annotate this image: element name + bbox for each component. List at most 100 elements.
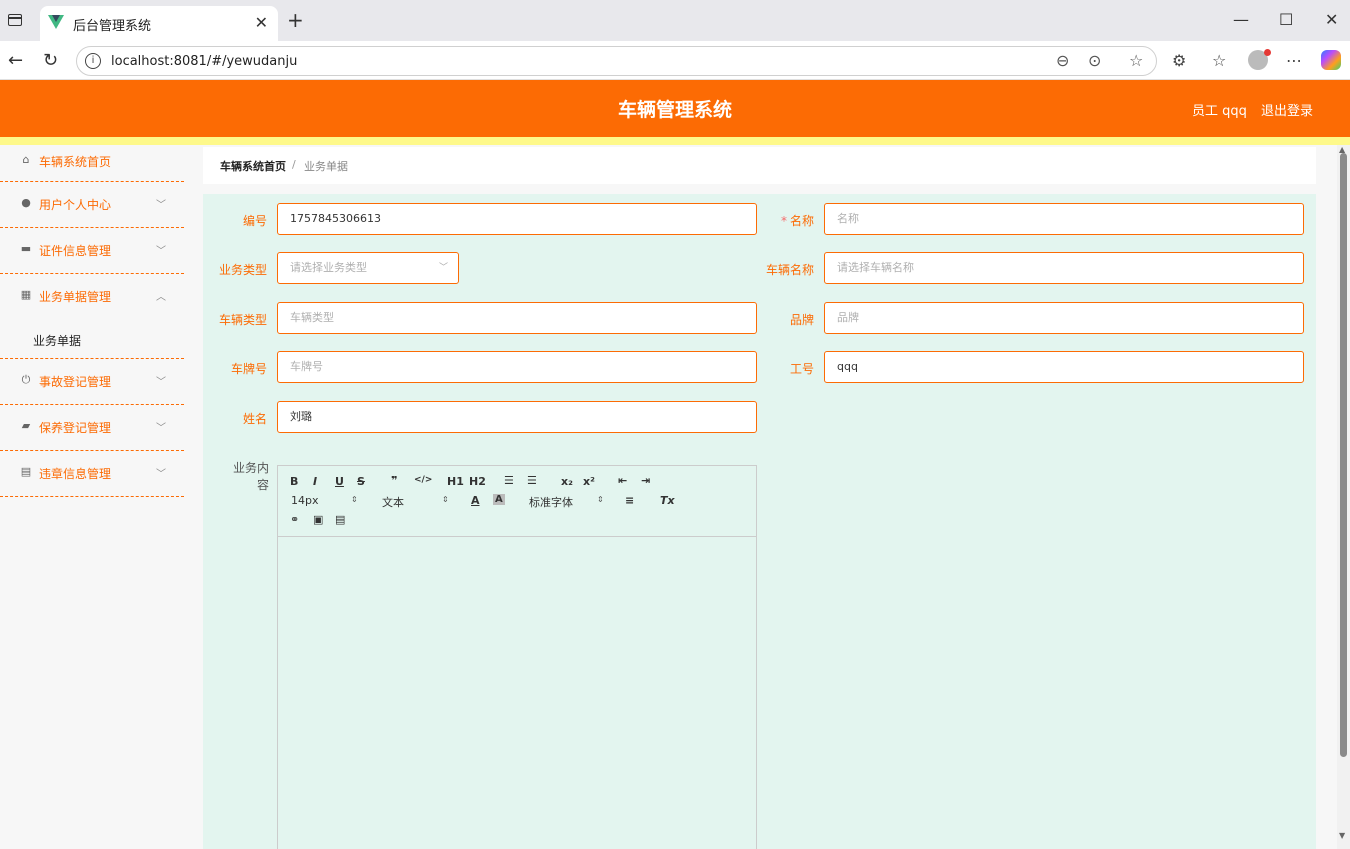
header-style-select[interactable]: 文本 ⇕	[382, 494, 452, 510]
info-icon[interactable]: i	[85, 53, 101, 69]
ordered-list-icon[interactable]: ☰	[504, 474, 514, 487]
blockquote-icon[interactable]: ❞	[391, 474, 397, 487]
select-arrows-icon: ⇕	[597, 495, 604, 504]
gonghao-field[interactable]: qqq	[824, 351, 1304, 383]
scroll-thumb[interactable]	[1340, 153, 1347, 757]
chevron-up-icon: ︿	[156, 292, 166, 303]
mingcheng-label: * 名称	[744, 212, 814, 229]
underline-icon[interactable]: U	[335, 475, 344, 488]
favorites-icon[interactable]: ☆	[1212, 51, 1226, 70]
sidebar-item-label: 车辆系统首页	[39, 155, 112, 169]
power-icon: ⏻	[21, 373, 31, 386]
clear-format-icon[interactable]: Tx	[660, 494, 675, 507]
background-color-icon[interactable]: A	[493, 494, 505, 505]
bianhao-field[interactable]: 1757845306613	[277, 203, 757, 235]
page-scrollbar[interactable]: ▲ ▼	[1337, 145, 1350, 849]
form-panel: 编号 1757845306613 * 名称 名称 业务类型 请选择业务类型 ﹀ 车…	[203, 194, 1316, 849]
pinpai-field[interactable]: 品牌	[824, 302, 1304, 334]
back-icon[interactable]: ←	[8, 50, 23, 71]
favorite-star-icon[interactable]: ☆	[1129, 51, 1143, 70]
yewuleixing-placeholder: 请选择业务类型	[290, 261, 367, 274]
sidebar-item-user-center[interactable]: ● 用户个人中心 ﹀	[0, 182, 184, 228]
h1-icon[interactable]: H1	[447, 475, 464, 488]
chepaihao-field[interactable]: 车牌号	[277, 351, 757, 383]
align-icon[interactable]: ≡	[625, 494, 634, 507]
code-block-icon[interactable]: </>	[414, 475, 432, 485]
sidebar-item-label: 业务单据管理	[39, 290, 112, 304]
grid-icon: ▦	[20, 288, 32, 301]
new-tab-icon[interactable]: +	[287, 8, 304, 32]
scroll-down-icon[interactable]: ▼	[1339, 831, 1345, 840]
window-close-icon[interactable]: ✕	[1325, 10, 1338, 29]
menu-dots-icon[interactable]: ⋯	[1286, 51, 1302, 70]
current-user: 员工 qqq	[1192, 104, 1247, 119]
xingming-field[interactable]: 刘璐	[277, 401, 757, 433]
indent-icon[interactable]: ⇥	[641, 474, 650, 487]
sidebar-item-accidents[interactable]: ⏻ 事故登记管理 ﹀	[0, 359, 184, 405]
more-page-icon[interactable]: ⊙	[1088, 51, 1101, 70]
tab-actions-icon[interactable]	[8, 14, 22, 26]
clipboard-icon: ▤	[20, 465, 32, 478]
h2-icon[interactable]: H2	[469, 475, 486, 488]
mingcheng-field[interactable]: 名称	[824, 203, 1304, 235]
link-icon[interactable]: ⚭	[290, 513, 299, 526]
video-icon[interactable]: ▤	[335, 513, 345, 526]
font-family-select[interactable]: 标准字体 ⇕	[529, 494, 609, 510]
sidebar-subitem-business-doc[interactable]: 业务单据	[0, 320, 184, 360]
copilot-icon[interactable]	[1321, 50, 1341, 70]
url-text: localhost:8081/#/yewudanju	[111, 54, 298, 69]
notification-dot	[1264, 49, 1271, 56]
sidebar-item-label: 保养登记管理	[39, 421, 112, 435]
breadcrumb-home[interactable]: 车辆系统首页	[220, 158, 286, 174]
bianhao-label: 编号	[242, 214, 267, 228]
maximize-icon[interactable]: ☐	[1279, 10, 1293, 29]
chevron-down-icon: ﹀	[156, 423, 166, 434]
minimize-icon[interactable]: —	[1233, 10, 1249, 29]
yewuleixing-label: 业务类型	[218, 263, 267, 277]
bullet-list-icon[interactable]: ☰	[527, 474, 537, 487]
sidebar-item-certificates[interactable]: ▬ 证件信息管理 ﹀	[0, 228, 184, 274]
browser-tab-bar: 后台管理系统 ✕ + — ☐ ✕	[0, 0, 1350, 41]
chevron-down-icon: ﹀	[156, 469, 166, 480]
yewuleixing-select[interactable]: 请选择业务类型 ﹀	[277, 252, 459, 284]
required-mark: *	[780, 214, 787, 228]
outdent-icon[interactable]: ⇤	[618, 474, 627, 487]
sidebar: ⌂ 车辆系统首页 ● 用户个人中心 ﹀ ▬ 证件信息管理 ﹀ ▦ 业务单据管理 …	[0, 145, 184, 849]
sidebar-item-label: 用户个人中心	[39, 198, 112, 212]
cheliangmingcheng-select[interactable]: 请选择车辆名称	[824, 252, 1304, 284]
chevron-down-icon: ﹀	[156, 377, 166, 388]
extensions-icon[interactable]: ⚙	[1172, 51, 1186, 70]
strike-icon[interactable]: S	[357, 475, 365, 488]
monitor-icon: ▬	[20, 242, 32, 255]
sidebar-subitem-label: 业务单据	[33, 334, 82, 348]
close-icon[interactable]: ✕	[255, 13, 268, 32]
cheliangmingcheng-label: 车辆名称	[765, 263, 814, 277]
sidebar-item-maintenance[interactable]: ▰ 保养登记管理 ﹀	[0, 405, 184, 451]
browser-tab[interactable]: 后台管理系统 ✕	[40, 6, 278, 41]
font-size-value: 14px	[291, 494, 319, 507]
subscript-icon[interactable]: x₂	[561, 475, 573, 488]
bold-icon[interactable]: B	[290, 475, 298, 488]
cheliangleixing-field[interactable]: 车辆类型	[277, 302, 757, 334]
italic-icon[interactable]: I	[313, 475, 317, 488]
sidebar-item-business-docs[interactable]: ▦ 业务单据管理 ︿ 业务单据	[0, 274, 184, 359]
app-title: 车辆管理系统	[617, 99, 732, 121]
sidebar-item-violations[interactable]: ▤ 违章信息管理 ﹀	[0, 451, 184, 497]
logout-link[interactable]: 退出登录	[1261, 100, 1313, 119]
xingming-label: 姓名	[242, 412, 267, 426]
superscript-icon[interactable]: x²	[583, 475, 595, 488]
tab-title: 后台管理系统	[73, 19, 152, 34]
image-icon[interactable]: ▣	[313, 513, 323, 526]
url-input[interactable]: i localhost:8081/#/yewudanju ⊖ ⊙ ☆	[76, 46, 1157, 76]
font-size-select[interactable]: 14px ⇕	[291, 494, 361, 507]
refresh-icon[interactable]: ↻	[43, 50, 58, 71]
address-bar-row: ← ↻ i localhost:8081/#/yewudanju ⊖ ⊙ ☆ ⚙…	[0, 41, 1350, 80]
font-color-icon[interactable]: A	[471, 494, 480, 507]
sidebar-item-label: 事故登记管理	[39, 375, 112, 389]
mingcheng-label-text: 名称	[789, 214, 814, 228]
editor-toolbar: B I U S ❞ </> H1 H2 ☰ ☰ x₂ x² ⇤ ⇥ 14px ⇕…	[278, 466, 756, 537]
zoom-icon[interactable]: ⊖	[1056, 51, 1069, 70]
sidebar-item-home[interactable]: ⌂ 车辆系统首页	[0, 145, 184, 182]
sidebar-item-label: 违章信息管理	[39, 467, 112, 481]
user-icon: ●	[21, 196, 31, 209]
